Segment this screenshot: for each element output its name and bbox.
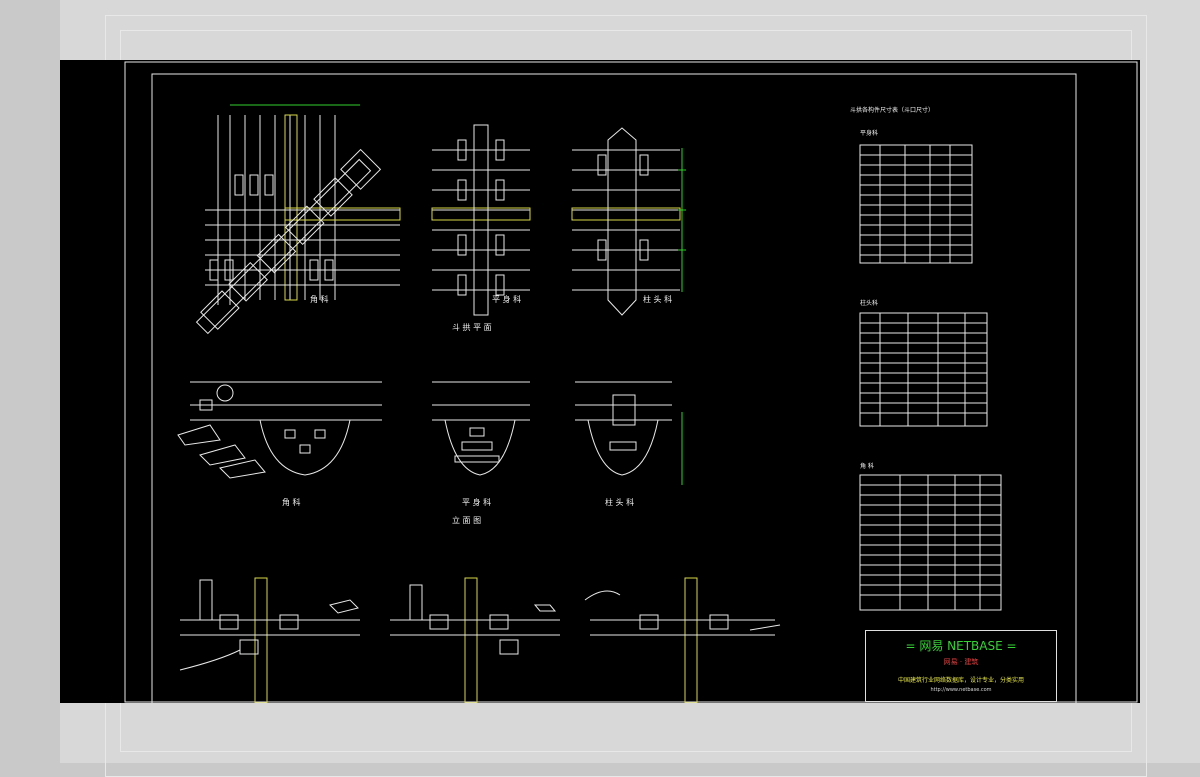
- elev-corner-bracket: [177, 381, 382, 479]
- plan-column-bracket: [571, 127, 686, 316]
- caption-mid-left: 角 科: [282, 497, 301, 507]
- elev-column-bracket: [575, 381, 683, 485]
- section-middle-bracket: [390, 577, 560, 703]
- plan-title: 斗 拱 平 面: [452, 322, 492, 332]
- caption-mid-right: 柱 头 科: [605, 497, 634, 507]
- netbase-logo-box: = 网易 NETBASE = 网易 · 建筑 中国建筑行业网络数据库，设计专业，…: [865, 630, 1057, 702]
- caption-top-mid: 平 身 科: [492, 294, 521, 304]
- plan-middle-bracket: [431, 124, 531, 316]
- caption-mid-mid: 平 身 科: [462, 497, 491, 507]
- cad-drawing-sheet: 角 科 平 身 科 柱 头 科 斗 拱 平 面 角 科 平 身 科 柱 头 科 …: [60, 60, 1140, 703]
- logo-slogan: 中国建筑行业网络数据库，设计专业，分类实用: [897, 677, 1024, 684]
- table-zhutou: [859, 312, 988, 427]
- elev-middle-bracket: [432, 381, 530, 476]
- inner-frame: [151, 73, 1077, 703]
- elev-title: 立 面 图: [452, 515, 481, 525]
- logo-subtitle: 网易 · 建筑: [943, 658, 979, 666]
- cad-drawing-canvas: 角 科 平 身 科 柱 头 科 斗 拱 平 面 角 科 平 身 科 柱 头 科 …: [124, 61, 1138, 703]
- caption-top-right: 柱 头 科: [643, 294, 672, 304]
- section-column-bracket: [584, 577, 781, 703]
- table2-title: 柱头科: [860, 299, 878, 307]
- tables-main-title: 斗拱各构件尺寸表（斗口尺寸）: [850, 106, 934, 114]
- table-pingshen: [859, 144, 973, 264]
- logo-title: = 网易 NETBASE =: [905, 639, 1017, 653]
- caption-top-left: 角 科: [310, 294, 329, 304]
- plan-corner-bracket: [195, 104, 401, 335]
- section-corner-bracket: [179, 577, 360, 703]
- table1-title: 平身科: [860, 129, 878, 137]
- logo-url: http://www.netbase.com: [930, 687, 992, 693]
- table3-title: 角 科: [860, 462, 874, 470]
- table-jiao: [859, 474, 1002, 611]
